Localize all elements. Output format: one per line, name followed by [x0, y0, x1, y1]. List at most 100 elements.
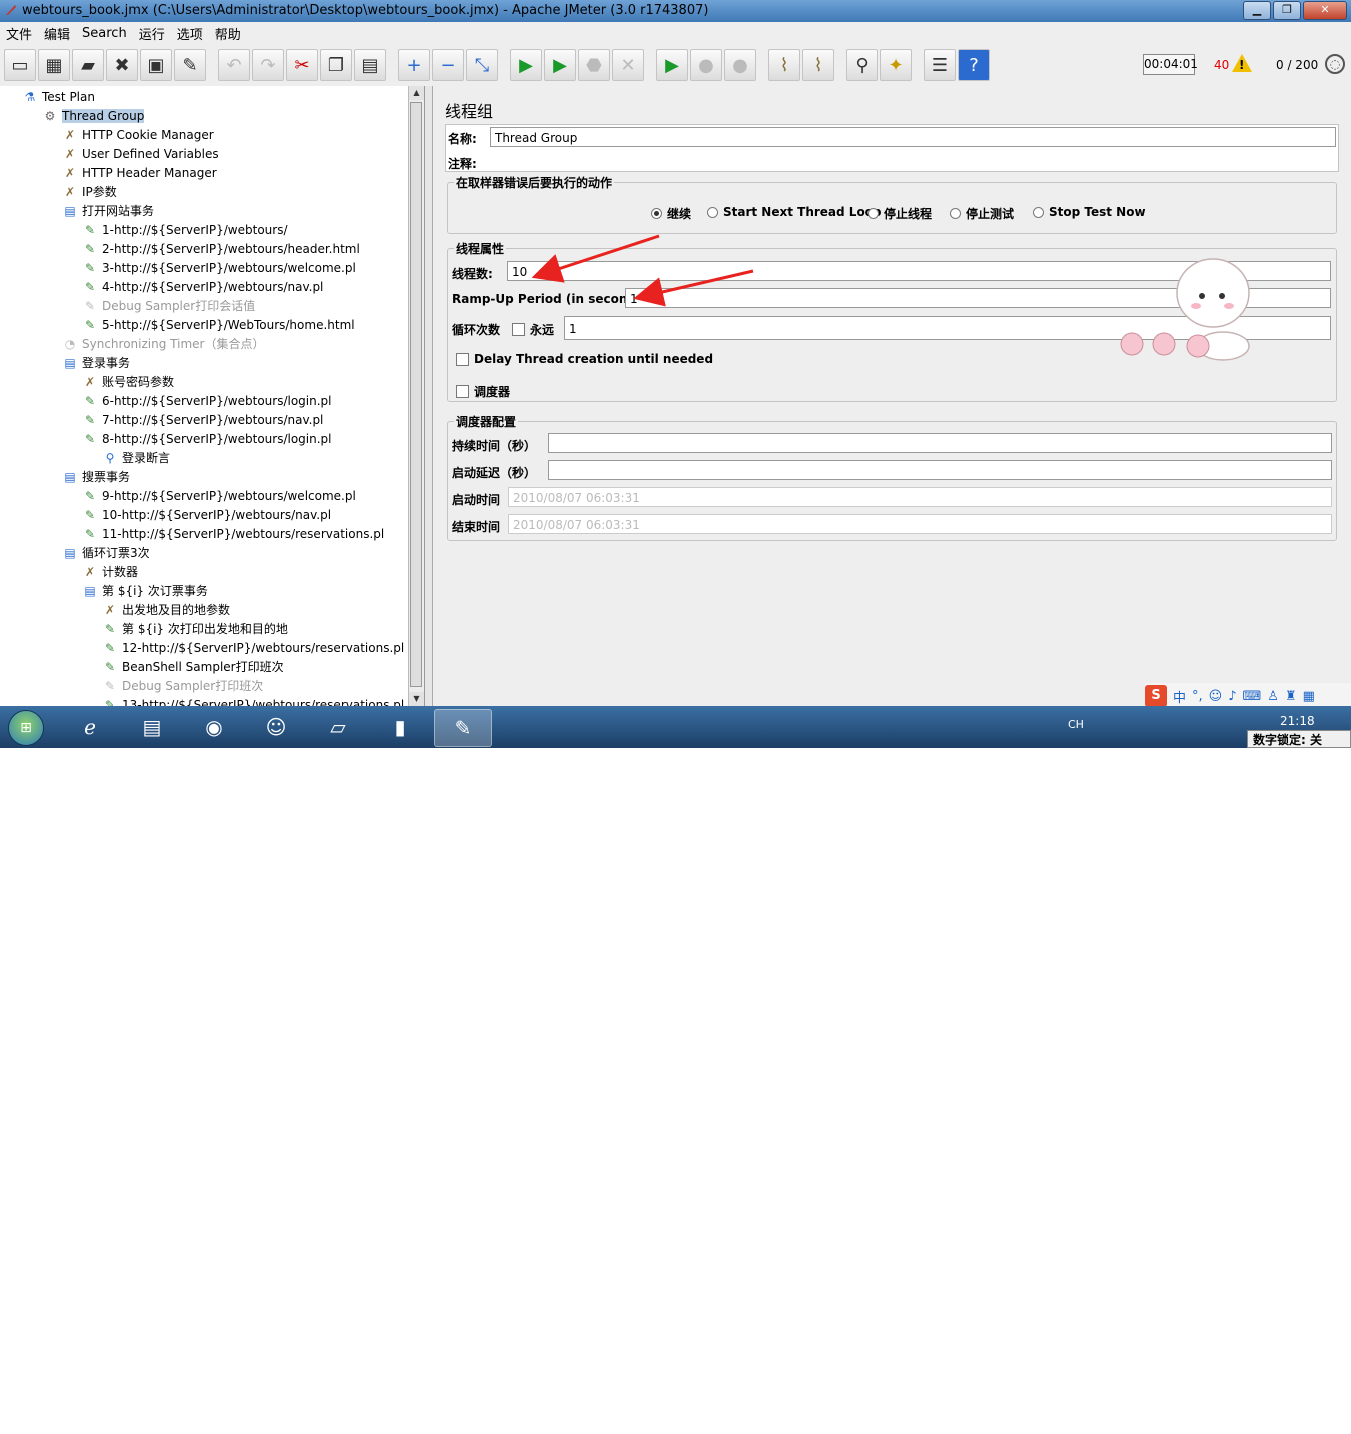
user-icon[interactable]: ♙: [1267, 689, 1279, 704]
tree-node[interactable]: ✎ 9-http://${ServerIP}/webtours/welcome.p…: [82, 486, 356, 505]
duration-input[interactable]: [548, 433, 1332, 453]
end-time-input[interactable]: 2010/08/07 06:03:31: [508, 514, 1332, 534]
skin-icon[interactable]: ♜: [1285, 689, 1297, 704]
expand-icon[interactable]: +: [398, 49, 430, 81]
tree-node[interactable]: ✗ HTTP Cookie Manager: [62, 125, 214, 144]
save-icon[interactable]: ▣: [140, 49, 172, 81]
help-icon[interactable]: ?: [958, 49, 990, 81]
language-indicator[interactable]: CH: [1068, 718, 1084, 731]
collapse-icon[interactable]: −: [432, 49, 464, 81]
explorer-icon[interactable]: ▤: [124, 709, 180, 745]
warning-icon[interactable]: !: [1232, 54, 1252, 72]
paste-icon[interactable]: ▤: [354, 49, 386, 81]
tree-node[interactable]: ⚗ Test Plan: [22, 87, 95, 106]
tree-node[interactable]: ▤ 第 ${i} 次订票事务: [82, 581, 208, 600]
tree-node[interactable]: ✎ 10-http://${ServerIP}/webtours/nav.pl: [82, 505, 331, 524]
tree-node[interactable]: ✗ 计数器: [82, 562, 138, 581]
action-stop-thread-radio[interactable]: 停止线程: [868, 205, 932, 222]
startup-delay-input[interactable]: [548, 460, 1332, 480]
start-no-timers-icon[interactable]: ▶: [544, 49, 576, 81]
start-button[interactable]: ⊞: [8, 710, 44, 746]
remote-start-icon[interactable]: ▶: [656, 49, 688, 81]
tree-node[interactable]: ▤ 循环订票3次: [62, 543, 149, 562]
tree-node[interactable]: ◔ Synchronizing Timer（集合点）: [62, 334, 265, 353]
open-icon[interactable]: ▰: [72, 49, 104, 81]
pane-splitter[interactable]: [425, 86, 433, 706]
emoji-icon[interactable]: ☺: [1209, 689, 1223, 704]
punctuation-icon[interactable]: °,: [1192, 689, 1203, 704]
tree-node[interactable]: ✗ User Defined Variables: [62, 144, 219, 163]
menu-file[interactable]: 文件: [0, 24, 38, 43]
new-icon[interactable]: ▭: [4, 49, 36, 81]
close-button[interactable]: ✕: [1303, 1, 1347, 20]
ime-mode[interactable]: 中: [1173, 687, 1186, 706]
menu-edit[interactable]: 编辑: [38, 24, 76, 43]
search-icon[interactable]: ⚲: [846, 49, 878, 81]
tree-node[interactable]: ⚲ 登录断言: [102, 448, 170, 467]
clear-all-icon[interactable]: ⌇: [802, 49, 834, 81]
action-stop-test-radio[interactable]: 停止测试: [950, 205, 1014, 222]
ie-icon[interactable]: ℯ: [62, 709, 118, 745]
tree-node[interactable]: ✎ Debug Sampler打印班次: [102, 676, 263, 695]
tree-node[interactable]: ✎ 5-http://${ServerIP}/WebTours/home.html: [82, 315, 355, 334]
reset-search-icon[interactable]: ✦: [880, 49, 912, 81]
tree-node[interactable]: ✎ 8-http://${ServerIP}/webtours/login.pl: [82, 429, 332, 448]
menu-run[interactable]: 运行: [133, 24, 171, 43]
name-field[interactable]: Thread Group: [490, 127, 1336, 147]
sogou-icon[interactable]: S: [1145, 685, 1167, 707]
remote-stop-icon[interactable]: ●: [690, 49, 722, 81]
tree-node[interactable]: ✎ 2-http://${ServerIP}/webtours/header.ht…: [82, 239, 360, 258]
scroll-thumb[interactable]: [410, 102, 422, 687]
menu-help[interactable]: 帮助: [209, 24, 247, 43]
remote-shutdown-icon[interactable]: ●: [724, 49, 756, 81]
action-stop-now-radio[interactable]: Stop Test Now: [1033, 205, 1146, 219]
comment-field[interactable]: [490, 151, 1336, 171]
toolbox-icon[interactable]: ▦: [1303, 689, 1315, 704]
scheduler-checkbox[interactable]: 调度器: [456, 383, 510, 400]
tree-node[interactable]: ▤ 搜票事务: [62, 467, 130, 486]
clock[interactable]: 21:18: [1280, 714, 1315, 728]
tree-node[interactable]: ⚙ Thread Group: [42, 106, 145, 125]
tree-node[interactable]: ✎ 11-http://${ServerIP}/webtours/reservat…: [82, 524, 384, 543]
forever-checkbox[interactable]: 永远: [512, 321, 554, 338]
tree-node[interactable]: ✎ Debug Sampler打印会话值: [82, 296, 255, 315]
maximize-button[interactable]: ❐: [1273, 1, 1301, 20]
function-helper-icon[interactable]: ☰: [924, 49, 956, 81]
tree-node[interactable]: ✎ BeanShell Sampler打印班次: [102, 657, 284, 676]
templates-icon[interactable]: ▦: [38, 49, 70, 81]
menu-options[interactable]: 选项: [171, 24, 209, 43]
stop-icon[interactable]: ⬣: [578, 49, 610, 81]
action-next-loop-radio[interactable]: Start Next Thread Loop: [707, 205, 882, 219]
tree-node[interactable]: ✎ 3-http://${ServerIP}/webtours/welcome.p…: [82, 258, 356, 277]
tree-node[interactable]: ✎ 4-http://${ServerIP}/webtours/nav.pl: [82, 277, 323, 296]
tree-node[interactable]: ✎ 6-http://${ServerIP}/webtours/login.pl: [82, 391, 332, 410]
scroll-up-icon[interactable]: ▲: [409, 86, 424, 100]
close-icon[interactable]: ✖: [106, 49, 138, 81]
tree-node[interactable]: ✗ HTTP Header Manager: [62, 163, 217, 182]
tree-node[interactable]: ✎ 13-http://${ServerIP}/webtours/reservat…: [102, 695, 404, 707]
keyboard-icon[interactable]: ⌨: [1243, 689, 1262, 704]
tree-node[interactable]: ▤ 打开网站事务: [62, 201, 154, 220]
voice-icon[interactable]: ♪: [1228, 689, 1236, 704]
delay-thread-checkbox[interactable]: Delay Thread creation until needed: [456, 352, 713, 366]
tree-node[interactable]: ✎ 第 ${i} 次打印出发地和目的地: [102, 619, 288, 638]
jmeter-taskbar-icon[interactable]: ✎: [434, 709, 492, 747]
tree-node[interactable]: ✎ 7-http://${ServerIP}/webtours/nav.pl: [82, 410, 323, 429]
tree-node[interactable]: ✗ 账号密码参数: [82, 372, 174, 391]
cmd-icon[interactable]: ▮: [372, 709, 428, 745]
scroll-down-icon[interactable]: ▼: [409, 692, 424, 706]
start-time-input[interactable]: 2010/08/07 06:03:31: [508, 487, 1332, 507]
menu-search[interactable]: Search: [76, 26, 133, 41]
shutdown-icon[interactable]: ✕: [612, 49, 644, 81]
save-as-icon[interactable]: ✎: [174, 49, 206, 81]
action-continue-radio[interactable]: 继续: [651, 205, 691, 222]
tree-node[interactable]: ✎ 1-http://${ServerIP}/webtours/: [82, 220, 288, 239]
tree-node[interactable]: ✎ 12-http://${ServerIP}/webtours/reservat…: [102, 638, 404, 657]
toggle-icon[interactable]: ⤡: [466, 49, 498, 81]
tree-node[interactable]: ✗ IP参数: [62, 182, 117, 201]
notepad-icon[interactable]: ▱: [310, 709, 366, 745]
undo-icon[interactable]: ↶: [218, 49, 250, 81]
redo-icon[interactable]: ↷: [252, 49, 284, 81]
tree-node[interactable]: ▤ 登录事务: [62, 353, 130, 372]
app-face-icon[interactable]: ☺: [248, 709, 304, 745]
